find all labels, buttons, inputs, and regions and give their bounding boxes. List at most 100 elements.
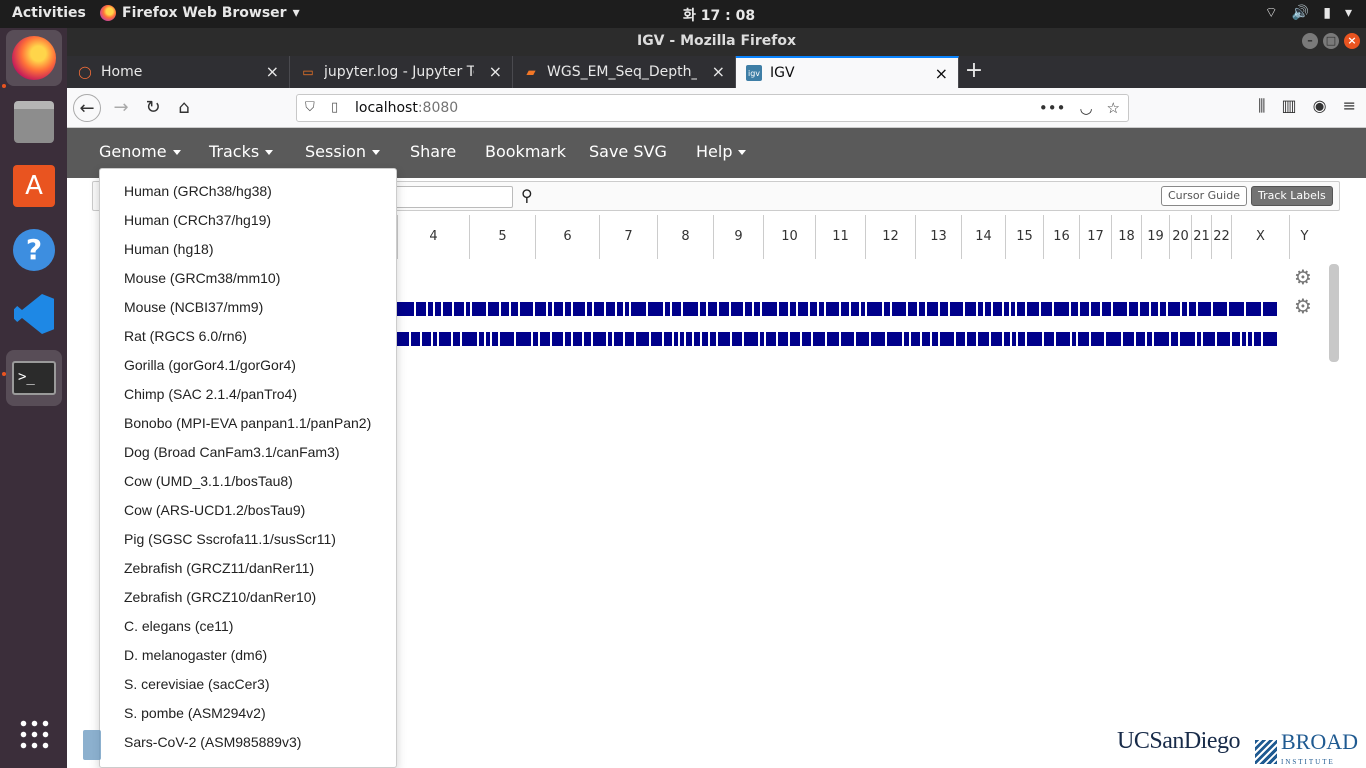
genome-option[interactable]: Rat (RGCS 6.0/rn6) <box>100 322 396 351</box>
files-icon[interactable] <box>6 94 62 150</box>
chromosome-9[interactable]: 9 <box>713 215 763 259</box>
chromosome-10[interactable]: 10 <box>763 215 815 259</box>
coverage-gap <box>678 332 680 346</box>
close-tab-icon[interactable]: × <box>266 62 279 81</box>
software-icon[interactable]: A <box>6 158 62 214</box>
url-bar[interactable]: ⛉ ▯ localhost:8080 ••• ◡ ☆ <box>296 94 1129 122</box>
coverage-gap <box>612 332 614 346</box>
genome-option[interactable]: Mouse (GRCm38/mm10) <box>100 264 396 293</box>
chromosome-17[interactable]: 17 <box>1079 215 1111 259</box>
session-menu-button[interactable]: Session <box>305 142 381 161</box>
chromosome-20[interactable]: 20 <box>1169 215 1191 259</box>
track-scrollbar[interactable] <box>1329 264 1339 362</box>
chromosome-11[interactable]: 11 <box>815 215 865 259</box>
bookmark-button[interactable]: Bookmark <box>485 142 566 161</box>
coverage-gap <box>470 302 472 316</box>
genome-option[interactable]: C. elegans (ce11) <box>100 612 396 641</box>
page-actions-icon[interactable]: ••• <box>1039 95 1066 121</box>
genome-option[interactable]: Pig (SGSC Sscrofa11.1/susScr11) <box>100 525 396 554</box>
close-tab-icon[interactable]: × <box>489 62 502 81</box>
tab-wgs-em-seq[interactable]: ▰ WGS_EM_Seq_Depth_Vi × <box>513 56 736 88</box>
minimize-button[interactable]: – <box>1302 33 1318 49</box>
genome-option[interactable]: Sars-CoV-2 (ASM985889v3) <box>100 728 396 757</box>
genome-option[interactable]: S. cerevisiae (sacCer3) <box>100 670 396 699</box>
genome-option[interactable]: Human (CRCh37/hg19) <box>100 206 396 235</box>
bookmark-star-icon[interactable]: ☆ <box>1107 95 1120 121</box>
coverage-gap <box>426 302 428 316</box>
show-apps-icon[interactable] <box>6 706 62 762</box>
clock[interactable]: 화 17 : 08 <box>683 5 755 25</box>
genome-option[interactable]: Chimp (SAC 2.1.4/panTro4) <box>100 380 396 409</box>
maximize-button[interactable]: □ <box>1323 33 1339 49</box>
chromosome-4[interactable]: 4 <box>397 215 469 259</box>
genome-option[interactable]: Zebrafish (GRCZ10/danRer10) <box>100 583 396 612</box>
vscode-icon[interactable] <box>6 286 62 342</box>
activities-button[interactable]: Activities <box>12 5 86 21</box>
cursor-guide-button[interactable]: Cursor Guide <box>1161 186 1247 206</box>
menu-icon[interactable]: ≡ <box>1343 96 1356 116</box>
genome-option[interactable]: Human (GRCh38/hg38) <box>100 177 396 206</box>
chromosome-x[interactable]: X <box>1231 215 1289 259</box>
chromosome-7[interactable]: 7 <box>599 215 657 259</box>
chromosome-21[interactable]: 21 <box>1191 215 1211 259</box>
genome-option[interactable]: Zebrafish (GRCZ11/danRer11) <box>100 554 396 583</box>
tracking-protection-icon[interactable]: ⛉ <box>305 95 315 121</box>
firefox-icon[interactable] <box>6 30 62 86</box>
genome-option[interactable]: Cow (ARS-UCD1.2/bosTau9) <box>100 496 396 525</box>
help-menu-button[interactable]: Help <box>696 142 747 161</box>
tab-igv[interactable]: igv IGV × <box>736 56 959 88</box>
back-button[interactable]: ← <box>73 94 101 122</box>
chromosome-y[interactable]: Y <box>1289 215 1319 259</box>
chromosome-14[interactable]: 14 <box>961 215 1005 259</box>
genome-option[interactable]: Mouse (NCBI37/mm9) <box>100 293 396 322</box>
chromosome-18[interactable]: 18 <box>1111 215 1141 259</box>
gear-icon[interactable]: ⚙ <box>1294 294 1312 318</box>
genome-option[interactable]: Cow (UMD_3.1.1/bosTau8) <box>100 467 396 496</box>
app-menu[interactable]: Firefox Web Browser ▾ <box>100 5 300 21</box>
tab-home[interactable]: ◯ Home × <box>67 56 290 88</box>
genome-menu-button[interactable]: Genome <box>99 142 181 161</box>
chromosome-8[interactable]: 8 <box>657 215 713 259</box>
library-icon[interactable]: ⫼ <box>1258 96 1265 116</box>
sidebar-icon[interactable]: ▥ <box>1282 96 1297 116</box>
terminal-icon[interactable]: >_ <box>6 350 62 406</box>
home-button[interactable]: ⌂ <box>170 94 198 122</box>
gear-icon[interactable]: ⚙ <box>1294 265 1312 289</box>
system-tray[interactable]: ⌔ 🔊 ▮ ▾ <box>1265 4 1352 22</box>
reload-button[interactable]: ↻ <box>139 94 167 122</box>
data-track-2[interactable] <box>397 332 1279 346</box>
genome-option[interactable]: Bonobo (MPI-EVA panpan1.1/panPan2) <box>100 409 396 438</box>
chromosome-16[interactable]: 16 <box>1043 215 1079 259</box>
genome-option[interactable]: Gorilla (gorGor4.1/gorGor4) <box>100 351 396 380</box>
chromosome-5[interactable]: 5 <box>469 215 535 259</box>
pocket-icon[interactable]: ◡ <box>1079 95 1092 121</box>
coverage-gap <box>1277 332 1279 346</box>
account-icon[interactable]: ◉ <box>1313 96 1327 116</box>
chromosome-19[interactable]: 19 <box>1141 215 1169 259</box>
genome-option[interactable]: Human (hg18) <box>100 235 396 264</box>
chromosome-12[interactable]: 12 <box>865 215 915 259</box>
tracks-menu-button[interactable]: Tracks <box>209 142 274 161</box>
tab-jupyter-log[interactable]: ▭ jupyter.log - Jupyter Text × <box>290 56 513 88</box>
genome-option[interactable]: Dog (Broad CanFam3.1/canFam3) <box>100 438 396 467</box>
close-tab-icon[interactable]: × <box>712 62 725 81</box>
share-button[interactable]: Share <box>410 142 456 161</box>
chromosome-13[interactable]: 13 <box>915 215 961 259</box>
close-tab-icon[interactable]: × <box>935 64 948 83</box>
chromosome-6[interactable]: 6 <box>535 215 599 259</box>
new-tab-button[interactable]: + <box>959 56 989 88</box>
coverage-gap <box>930 332 932 346</box>
genome-option[interactable]: S. pombe (ASM294v2) <box>100 699 396 728</box>
forward-button[interactable]: → <box>107 94 135 122</box>
help-icon[interactable]: ? <box>6 222 62 278</box>
chromosome-15[interactable]: 15 <box>1005 215 1043 259</box>
file-icon: ▭ <box>302 65 314 79</box>
genome-option[interactable]: D. melanogaster (dm6) <box>100 641 396 670</box>
close-window-button[interactable]: × <box>1344 33 1360 49</box>
window-titlebar[interactable]: IGV - Mozilla Firefox – □ × <box>67 28 1366 56</box>
search-icon[interactable]: ⚲ <box>521 186 533 205</box>
save-svg-button[interactable]: Save SVG <box>589 142 667 161</box>
chromosome-22[interactable]: 22 <box>1211 215 1231 259</box>
track-labels-button[interactable]: Track Labels <box>1251 186 1333 206</box>
data-track-1[interactable] <box>397 302 1279 316</box>
